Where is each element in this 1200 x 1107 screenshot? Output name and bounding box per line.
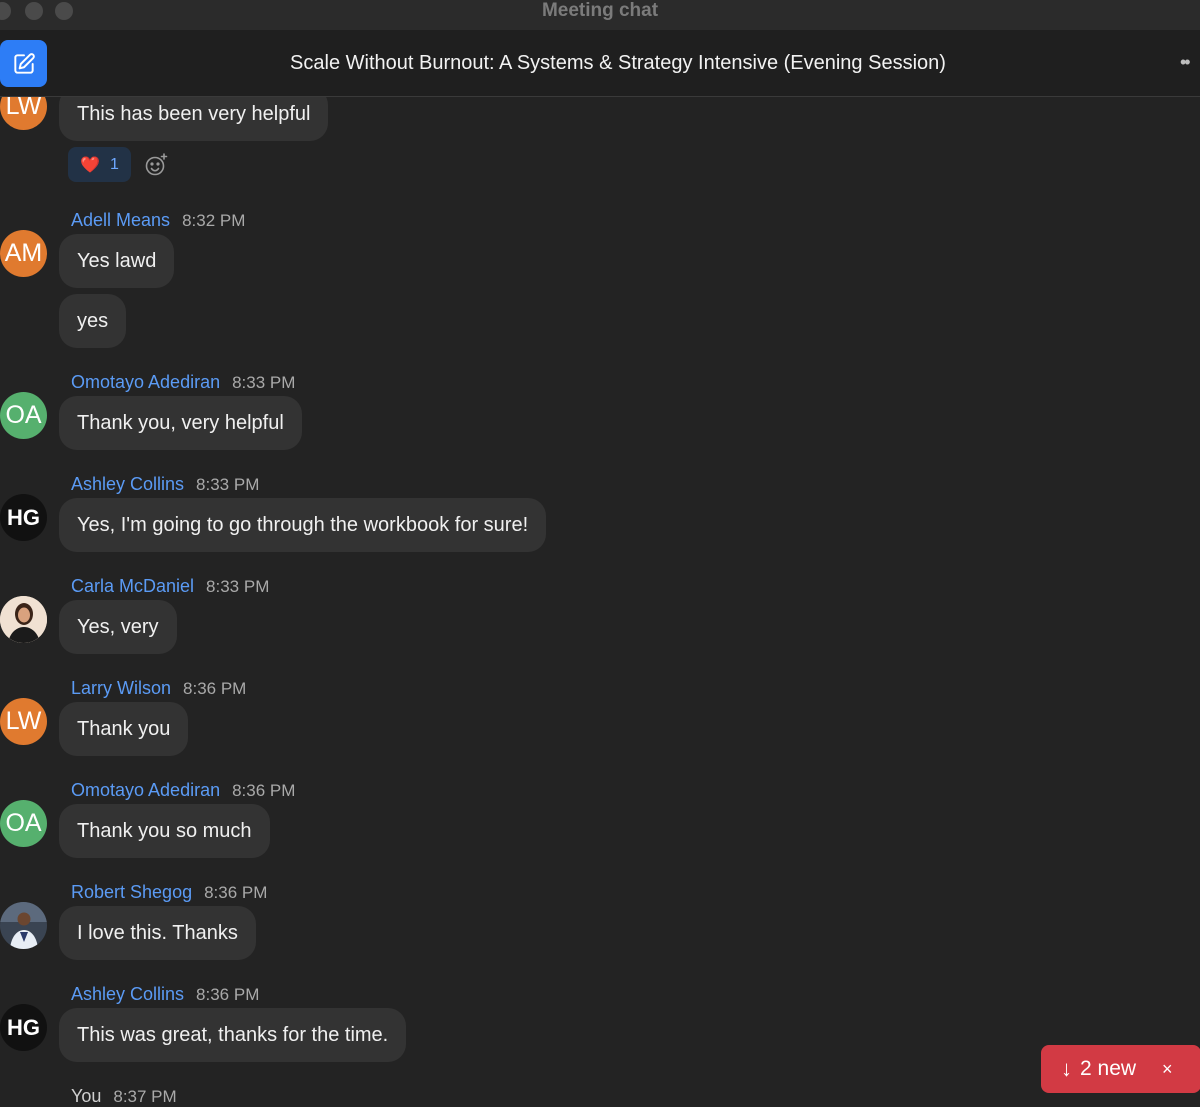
close-icon[interactable]: × [1162,1059,1173,1080]
message-sender: Larry Wilson 8:36 PM [71,678,246,699]
person-photo-icon [0,596,47,643]
new-messages-button[interactable]: ↓ 2 new × [1041,1045,1200,1093]
message-list[interactable]: LW This has been very helpful ❤️ 1 Adell… [0,97,1200,1107]
message-time: 8:36 PM [232,781,296,800]
message-sender: Ashley Collins 8:36 PM [71,984,259,1005]
message-time: 8:36 PM [204,883,268,902]
message-time: 8:33 PM [196,475,260,494]
message-bubble: Thank you, very helpful [59,396,302,450]
message-time: 8:32 PM [182,211,246,230]
message-time: 8:33 PM [232,373,296,392]
heart-icon: ❤️ [80,156,100,174]
message-sender: Ashley Collins 8:33 PM [71,474,259,495]
sender-name[interactable]: Omotayo Adediran [71,780,220,800]
meeting-title: Scale Without Burnout: A Systems & Strat… [290,52,946,74]
message-sender: Robert Shegog 8:36 PM [71,882,267,903]
message-bubble: I love this. Thanks [59,906,256,960]
message-bubble: This has been very helpful [59,97,329,141]
sender-name[interactable]: Adell Means [71,210,170,230]
avatar[interactable]: LW [0,698,47,745]
more-options-icon[interactable]: •• [1180,52,1200,73]
sender-name[interactable]: Carla McDaniel [71,576,194,596]
message-bubble: Thank you so much [59,804,270,858]
arrow-down-icon: ↓ [1061,1056,1072,1081]
avatar-photo[interactable] [0,902,47,949]
message-bubble: Thank you [59,702,189,756]
avatar: LW [0,97,47,130]
message-sender: Carla McDaniel 8:33 PM [71,576,269,597]
window-title: Meeting chat [541,0,659,21]
avatar-photo[interactable] [0,596,47,643]
avatar[interactable]: OA [0,800,47,847]
sender-name[interactable]: Ashley Collins [71,474,184,494]
sender-name[interactable]: Larry Wilson [71,678,171,698]
message-bubble: Yes, very [59,600,177,654]
person-photo-icon [0,902,47,949]
sender-name[interactable]: Ashley Collins [71,984,184,1004]
avatar-logo[interactable]: HG [0,494,47,541]
reaction-count: 1 [110,155,119,173]
message-time: 8:37 PM [113,1087,177,1106]
message-bubble: Yes, I'm going to go through the workboo… [59,498,547,552]
sender-name: You [71,1086,102,1106]
message-sender: Adell Means 8:32 PM [71,210,245,231]
window-titlebar: Meeting chat [0,0,1200,30]
avatar-logo[interactable]: HG [0,1004,47,1051]
message-sender: Omotayo Adediran 8:36 PM [71,780,295,801]
sender-name[interactable]: Robert Shegog [71,882,192,902]
message-bubble: Yes lawd [59,234,175,288]
new-messages-label: 2 new [1080,1057,1137,1080]
avatar[interactable]: OA [0,392,47,439]
avatar[interactable]: AM [0,230,47,277]
message-sender: Omotayo Adediran 8:33 PM [71,372,295,393]
reaction-chip[interactable]: ❤️ 1 [68,147,131,182]
message-sender: You 8:37 PM [71,1086,177,1107]
chat-header: Scale Without Burnout: A Systems & Strat… [0,30,1200,97]
message-bubble: yes [59,294,127,348]
message-bubble: This was great, thanks for the time. [59,1008,407,1062]
message-time: 8:33 PM [206,577,270,596]
sender-name[interactable]: Omotayo Adediran [71,372,220,392]
add-reaction-icon[interactable] [144,153,168,177]
message-time: 8:36 PM [196,985,260,1004]
message-time: 8:36 PM [183,679,247,698]
